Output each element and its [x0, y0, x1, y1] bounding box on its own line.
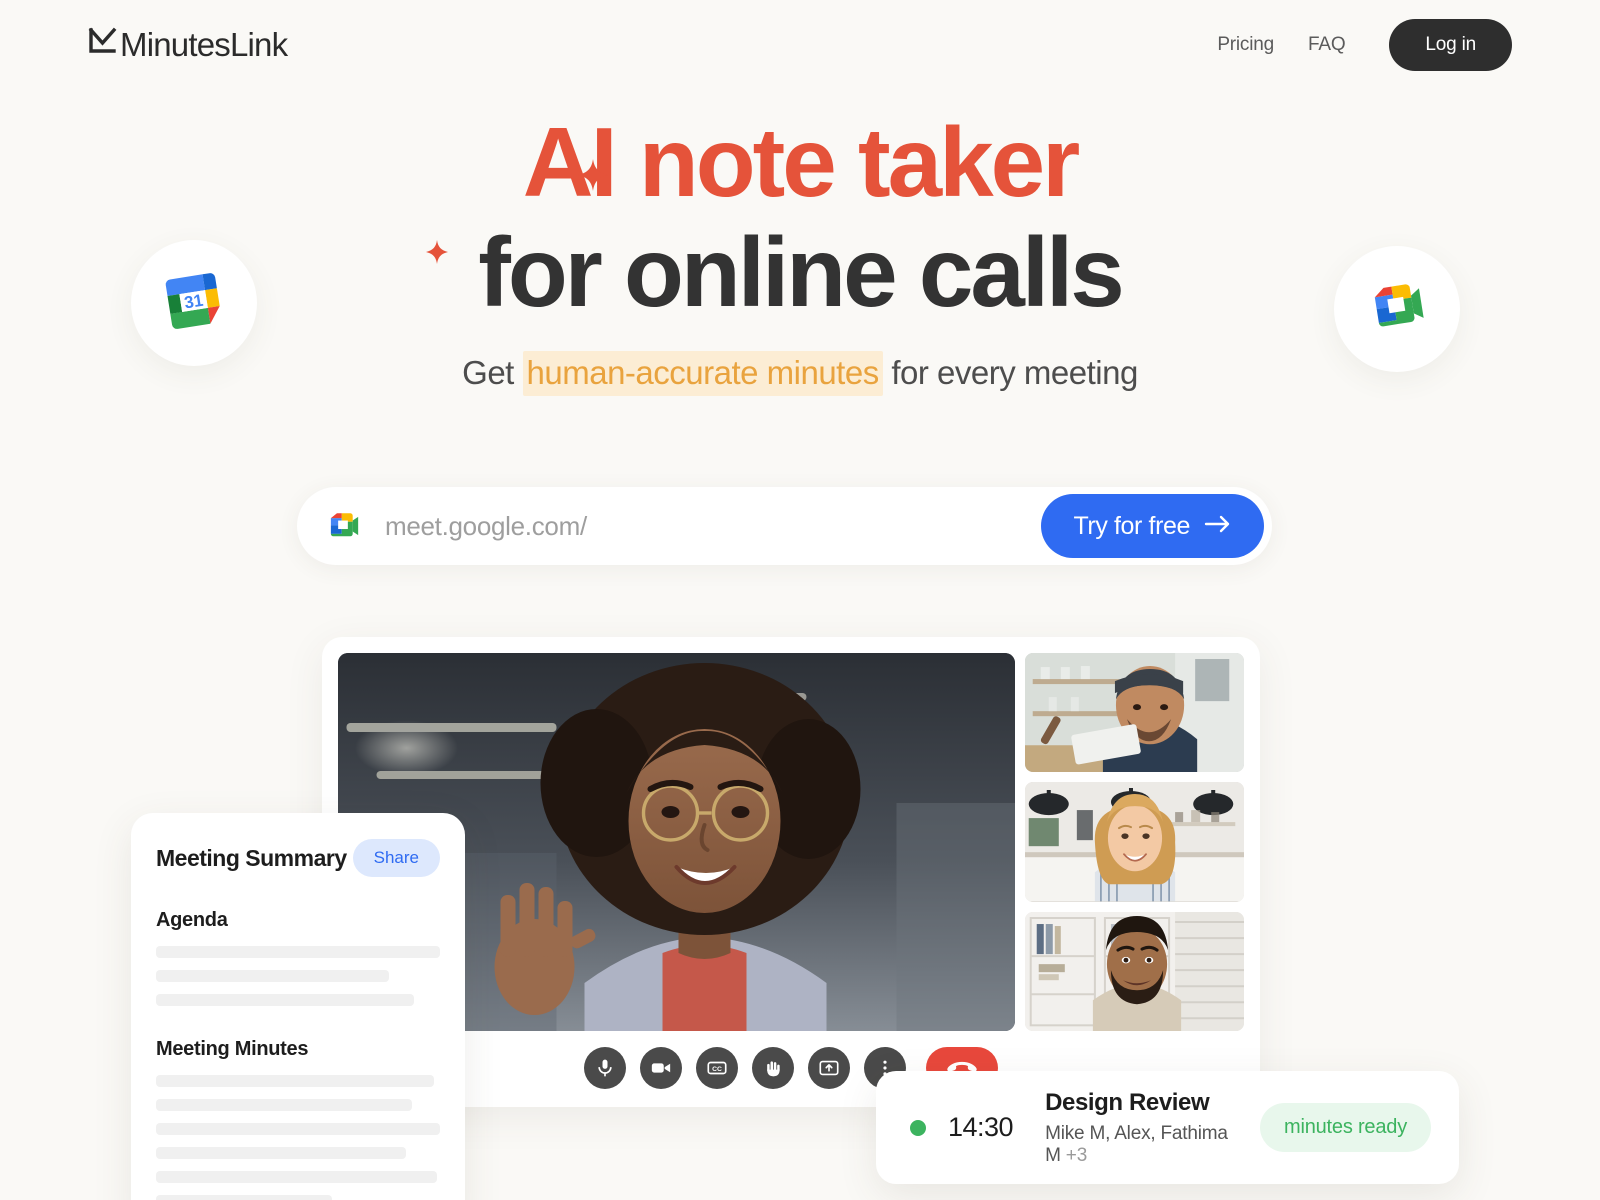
svg-text:CC: CC: [712, 1066, 722, 1073]
skeleton-line: [156, 1171, 438, 1183]
page-title: AI note taker for online calls: [426, 107, 1125, 328]
present-screen-icon[interactable]: [808, 1047, 850, 1089]
headline-line-1: AI note taker: [426, 107, 1122, 264]
status-badge: minutes ready: [1259, 1103, 1431, 1152]
meeting-time: 14:30: [948, 1112, 1014, 1142]
closed-captions-icon[interactable]: CC: [696, 1047, 738, 1089]
meeting-summary-title: Meeting Summary: [156, 844, 347, 871]
participant-tile-2[interactable]: [1025, 782, 1244, 902]
hero-section: AI note taker for online calls Get human…: [0, 107, 1600, 396]
meeting-participants: Mike M, Alex, Fathima M +3: [1045, 1123, 1238, 1167]
camera-icon[interactable]: [640, 1047, 682, 1089]
microphone-icon[interactable]: [584, 1047, 626, 1089]
skeleton-line: [156, 1147, 406, 1159]
subtitle-prefix: Get: [462, 353, 523, 391]
skeleton-line: [156, 970, 389, 982]
participant-tile-3[interactable]: [1025, 911, 1244, 1031]
meeting-summary-card: Meeting Summary Share Agenda Meeting Min…: [131, 813, 465, 1200]
subtitle-suffix: for every meeting: [882, 353, 1138, 391]
meeting-participant-overflow: +3: [1065, 1144, 1088, 1166]
meeting-link-input[interactable]: [363, 510, 1042, 542]
brand-logo[interactable]: MinutesLink: [88, 24, 288, 66]
skeleton-line: [156, 994, 415, 1006]
try-for-free-label: Try for free: [1073, 511, 1190, 540]
skeleton-line: [156, 946, 440, 958]
raise-hand-icon[interactable]: [752, 1047, 794, 1089]
login-button[interactable]: Log in: [1389, 19, 1512, 71]
agenda-skeleton-list: [156, 946, 440, 1006]
meeting-link-bar: Try for free: [297, 487, 1272, 565]
arrow-right-icon: [1204, 512, 1232, 541]
participant-tile-1[interactable]: [1025, 653, 1244, 773]
brand-name: MinutesLink: [120, 26, 288, 63]
site-header: MinutesLink Pricing FAQ Log in: [0, 0, 1600, 90]
skeleton-line: [156, 1075, 435, 1087]
meeting-minutes-skeleton-list: [156, 1075, 440, 1200]
google-meet-icon: [323, 506, 363, 546]
meeting-notification-card[interactable]: 14:30 Design Review Mike M, Alex, Fathim…: [876, 1071, 1459, 1184]
nav-link-pricing[interactable]: Pricing: [1217, 34, 1274, 56]
nav-link-faq[interactable]: FAQ: [1308, 34, 1346, 56]
meeting-summary-header: Meeting Summary Share: [156, 839, 440, 877]
headline-line-2: for online calls: [478, 216, 1125, 327]
agenda-section-title: Agenda: [156, 909, 228, 931]
minuteslink-m-mark-icon: [88, 24, 118, 66]
skeleton-line: [156, 1123, 440, 1135]
sparkle-star-small-icon: [426, 176, 449, 286]
hero-subtitle: Get human-accurate minutes for every mee…: [0, 350, 1600, 396]
subtitle-highlight: human-accurate minutes: [522, 350, 883, 396]
meeting-title: Design Review: [1045, 1088, 1210, 1116]
share-button[interactable]: Share: [352, 839, 440, 877]
meeting-minutes-section-title: Meeting Minutes: [156, 1038, 309, 1060]
status-dot-active-icon: [910, 1119, 926, 1136]
meeting-details: Design Review Mike M, Alex, Fathima M +3: [1045, 1089, 1238, 1167]
skeleton-line: [156, 1195, 333, 1200]
try-for-free-button[interactable]: Try for free: [1041, 494, 1264, 558]
skeleton-line: [156, 1099, 412, 1111]
participant-thumbnails: [1025, 653, 1244, 1031]
video-tile-grid: [338, 653, 1244, 1031]
main-nav: Pricing FAQ Log in: [1217, 19, 1512, 71]
sparkle-star-icon: [578, 103, 609, 213]
